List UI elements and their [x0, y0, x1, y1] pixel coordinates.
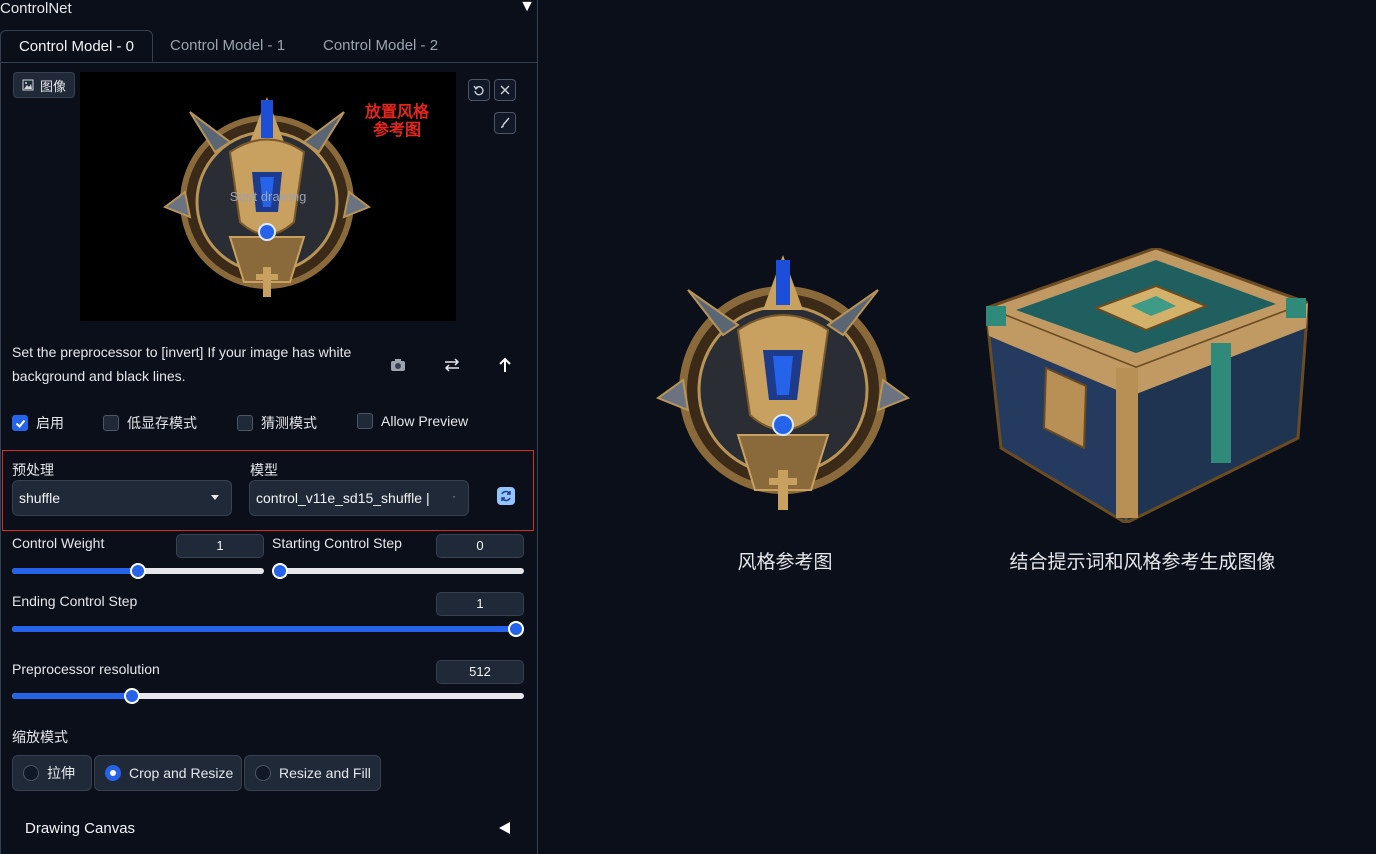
low-vram-checkbox[interactable]: 低显存模式 — [103, 413, 197, 433]
guess-mode-label: 猜测模式 — [261, 415, 317, 431]
caption-generated-image: 结合提示词和风格参考生成图像 — [1009, 552, 1276, 573]
style-reference-image — [655, 255, 911, 510]
slider-fill — [12, 626, 516, 632]
overlay-line-2: 参考图 — [372, 122, 421, 139]
slider-fill — [12, 693, 133, 699]
model-dropdown[interactable]: control_v11e_sd15_shuffle | · — [249, 480, 469, 516]
overlay-line-1: 放置风格 — [364, 104, 429, 121]
control-weight-slider[interactable] — [12, 563, 264, 579]
ending-step-input[interactable]: 1 — [436, 592, 524, 616]
preprocessor-label: 预处理 — [12, 462, 54, 478]
checkbox-unchecked[interactable] — [357, 413, 373, 429]
send-dimensions-button[interactable] — [495, 355, 515, 375]
radio-dot-selected[interactable] — [105, 765, 121, 781]
close-icon — [500, 85, 510, 95]
clear-button[interactable] — [494, 79, 516, 101]
control-model-tabs: Control Model - 0 Control Model - 1 Cont… — [0, 30, 537, 63]
chevron-down-icon — [211, 495, 219, 500]
enable-checkbox[interactable]: 启用 — [12, 413, 64, 433]
swap-button[interactable] — [442, 355, 462, 375]
refresh-models-button[interactable] — [497, 487, 515, 505]
check-icon — [15, 419, 25, 428]
control-weight-label: Control Weight — [12, 535, 105, 551]
starting-step-input[interactable]: 0 — [436, 534, 524, 558]
controlnet-header[interactable]: ControlNet ▼ — [0, 0, 537, 20]
drawing-canvas-accordion[interactable]: Drawing Canvas — [25, 820, 135, 837]
style-reference-overlay: 放置风格 参考图 — [360, 104, 434, 140]
resize-option-crop-and-resize[interactable]: Crop and Resize — [94, 755, 242, 791]
tab-control-model-2[interactable]: Control Model - 2 — [323, 30, 438, 62]
radio-dot[interactable] — [23, 765, 39, 781]
swap-arrows-icon — [444, 358, 460, 372]
resize-option-label: 拉伸 — [47, 765, 75, 781]
preproc-resolution-label: Preprocessor resolution — [12, 661, 160, 677]
up-arrow-icon — [499, 357, 511, 372]
slider-fill — [12, 568, 138, 574]
model-label: 模型 — [250, 462, 278, 478]
enable-label: 启用 — [36, 415, 64, 431]
image-label: 图像 — [13, 72, 76, 98]
resize-option-stretch[interactable]: 拉伸 — [12, 755, 92, 791]
starting-step-slider[interactable] — [272, 563, 524, 579]
dropdown-dot-icon: · — [452, 489, 456, 503]
checkbox-unchecked[interactable] — [237, 415, 253, 431]
brush-icon — [501, 117, 510, 128]
image-canvas[interactable]: Start drawing 放置风格 参考图 — [80, 72, 456, 321]
image-icon — [22, 79, 34, 91]
resize-option-resize-and-fill[interactable]: Resize and Fill — [244, 755, 381, 791]
preprocessor-value: shuffle — [19, 490, 60, 506]
undo-button[interactable] — [468, 79, 490, 101]
brush-button[interactable] — [494, 112, 516, 134]
resize-mode-label: 缩放模式 — [12, 729, 68, 745]
controlnet-panel: ControlNet ▼ Control Model - 0 Control M… — [0, 0, 538, 854]
resize-option-label: Resize and Fill — [279, 765, 371, 781]
preprocessor-hint-text: Set the preprocessor to [invert] If your… — [12, 344, 352, 384]
guess-mode-checkbox[interactable]: 猜测模式 — [237, 413, 317, 433]
image-label-text: 图像 — [40, 78, 67, 94]
slider-thumb[interactable] — [130, 563, 146, 579]
caption-style-reference: 风格参考图 — [737, 552, 833, 573]
checkbox-unchecked[interactable] — [103, 415, 119, 431]
preproc-resolution-slider[interactable] — [12, 688, 524, 704]
slider-thumb[interactable] — [272, 563, 288, 579]
undo-icon — [473, 85, 484, 96]
allow-preview-label: Allow Preview — [381, 413, 469, 429]
starting-step-label: Starting Control Step — [272, 535, 402, 551]
model-value: control_v11e_sd15_shuffle | — [256, 490, 430, 506]
ending-step-label: Ending Control Step — [12, 593, 138, 609]
refresh-icon — [501, 490, 511, 502]
preproc-resolution-input[interactable]: 512 — [436, 660, 524, 684]
radio-dot[interactable] — [255, 765, 271, 781]
camera-icon — [391, 359, 405, 371]
checkbox-checked[interactable] — [12, 415, 28, 431]
allow-preview-checkbox[interactable]: Allow Preview — [357, 413, 468, 429]
tab-control-model-1[interactable]: Control Model - 1 — [170, 30, 285, 62]
expand-triangle-icon[interactable] — [499, 822, 510, 834]
control-weight-input[interactable]: 1 — [176, 534, 264, 558]
preprocessor-dropdown[interactable]: shuffle — [12, 480, 232, 516]
controlnet-title: ControlNet — [0, 0, 72, 17]
slider-thumb[interactable] — [508, 621, 524, 637]
low-vram-label: 低显存模式 — [127, 415, 197, 431]
ending-step-slider[interactable] — [12, 621, 524, 637]
tab-control-model-0[interactable]: Control Model - 0 — [0, 30, 153, 62]
camera-button[interactable] — [388, 355, 408, 375]
collapse-triangle-icon[interactable]: ▼ — [519, 0, 535, 16]
resize-option-label: Crop and Resize — [129, 765, 234, 781]
generated-chest-image — [986, 248, 1308, 523]
